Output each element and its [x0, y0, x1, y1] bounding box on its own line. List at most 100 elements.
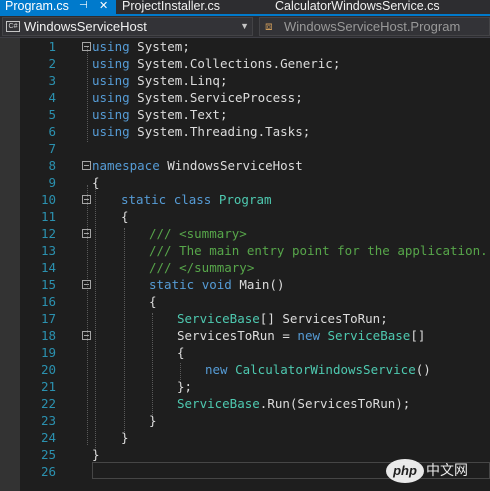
line-number: 11 [40, 209, 56, 224]
code-text: static void Main() [149, 277, 285, 292]
code-line: 17 ServiceBase[] ServicesToRun; [0, 310, 490, 327]
line-number: 13 [40, 243, 56, 258]
code-line: 18 ServicesToRun = new ServiceBase[] [0, 327, 490, 344]
line-number: 17 [40, 311, 56, 326]
code-line: 23 } [0, 412, 490, 429]
code-text: ServiceBase[] ServicesToRun; [177, 311, 388, 326]
tab-calculatorwindowsservice-cs[interactable]: CalculatorWindowsService.cs [275, 0, 440, 14]
close-icon[interactable]: ✕ [99, 0, 108, 12]
collapse-icon[interactable] [82, 42, 91, 51]
collapse-icon[interactable] [82, 195, 91, 204]
navigation-bar: C# WindowsServiceHost ▼ ⧈ WindowsService… [0, 16, 490, 38]
tab-program-cs[interactable]: Program.cs ⊣ ✕ [0, 0, 116, 14]
tab-label: CalculatorWindowsService.cs [275, 0, 440, 13]
tab-label: Program.cs [5, 0, 69, 13]
chevron-down-icon: ▼ [240, 21, 249, 31]
code-line: 16 { [0, 293, 490, 310]
code-text: using System.Text; [92, 107, 228, 122]
code-line: 12 /// <summary> [0, 225, 490, 242]
code-text: }; [177, 379, 193, 394]
tab-label: ProjectInstaller.cs [122, 0, 220, 13]
code-line: 19 { [0, 344, 490, 361]
code-line: 22 ServiceBase.Run(ServicesToRun); [0, 395, 490, 412]
line-number: 14 [40, 260, 56, 275]
code-text: { [177, 345, 185, 360]
watermark-text: 中文网 [426, 463, 468, 479]
code-line: 6 using System.Threading.Tasks; [0, 123, 490, 140]
code-editor[interactable]: 1 using System; 2 using System.Collectio… [0, 38, 490, 491]
line-number: 25 [40, 447, 56, 462]
line-number: 19 [40, 345, 56, 360]
line-number: 3 [48, 73, 56, 88]
line-number: 9 [48, 175, 56, 190]
php-logo: php [386, 459, 424, 483]
code-text: namespace WindowsServiceHost [92, 158, 303, 173]
code-line: 11 { [0, 208, 490, 225]
code-comment: /// </summary> [149, 260, 255, 275]
line-number: 16 [40, 294, 56, 309]
code-comment: /// The main entry point for the applica… [149, 243, 488, 258]
code-text: new CalculatorWindowsService() [205, 362, 431, 377]
code-text: { [149, 294, 157, 309]
member-dropdown-label: WindowsServiceHost.Program [284, 19, 461, 34]
line-number: 5 [48, 107, 56, 122]
line-number: 20 [40, 362, 56, 377]
code-text: { [92, 175, 100, 190]
line-number: 6 [48, 124, 56, 139]
code-line: 10 static class Program [0, 191, 490, 208]
line-number: 15 [40, 277, 56, 292]
code-text: using System; [92, 39, 190, 54]
code-text: } [121, 430, 129, 445]
code-line: 9 { [0, 174, 490, 191]
collapse-icon[interactable] [82, 331, 91, 340]
project-dropdown[interactable]: C# WindowsServiceHost ▼ [2, 17, 253, 36]
project-dropdown-label: WindowsServiceHost [24, 19, 147, 34]
code-line: 21 }; [0, 378, 490, 395]
line-number: 22 [40, 396, 56, 411]
code-line: 8 namespace WindowsServiceHost [0, 157, 490, 174]
code-line: 24 } [0, 429, 490, 446]
tab-projectinstaller-cs[interactable]: ProjectInstaller.cs [122, 0, 220, 14]
code-text: using System.ServiceProcess; [92, 90, 303, 105]
line-number: 24 [40, 430, 56, 445]
code-text: } [92, 447, 100, 462]
code-line: 13 /// The main entry point for the appl… [0, 242, 490, 259]
line-number: 2 [48, 56, 56, 71]
class-icon: ⧈ [265, 19, 273, 33]
watermark-logo: php 中文网 [386, 459, 486, 483]
member-dropdown[interactable]: ⧈ WindowsServiceHost.Program [259, 17, 490, 36]
csharp-project-icon: C# [6, 21, 20, 32]
collapse-icon[interactable] [82, 229, 91, 238]
code-line: 4 using System.ServiceProcess; [0, 89, 490, 106]
line-number: 10 [40, 192, 56, 207]
line-number: 1 [48, 39, 56, 54]
code-line: 20 new CalculatorWindowsService() [0, 361, 490, 378]
code-line: 5 using System.Text; [0, 106, 490, 123]
code-line: 7 [0, 140, 490, 157]
collapse-icon[interactable] [82, 161, 91, 170]
line-number: 12 [40, 226, 56, 241]
collapse-icon[interactable] [82, 280, 91, 289]
code-text: using System.Collections.Generic; [92, 56, 341, 71]
code-line: 15 static void Main() [0, 276, 490, 293]
line-number: 7 [48, 141, 56, 156]
code-text: static class Program [121, 192, 272, 207]
line-number: 26 [40, 464, 56, 479]
line-number: 21 [40, 379, 56, 394]
code-line: 2 using System.Collections.Generic; [0, 55, 490, 72]
code-line: 1 using System; [0, 38, 490, 55]
code-text: } [149, 413, 157, 428]
line-number: 23 [40, 413, 56, 428]
code-line: 3 using System.Linq; [0, 72, 490, 89]
code-line: 14 /// </summary> [0, 259, 490, 276]
code-comment: /// <summary> [149, 226, 247, 241]
line-number: 8 [48, 158, 56, 173]
code-text: ServicesToRun = new ServiceBase[] [177, 328, 426, 343]
code-text: ServiceBase.Run(ServicesToRun); [177, 396, 411, 411]
line-number: 4 [48, 90, 56, 105]
pin-icon[interactable]: ⊣ [79, 0, 88, 12]
code-text: using System.Threading.Tasks; [92, 124, 311, 139]
code-text: { [121, 209, 129, 224]
document-tab-strip: Program.cs ⊣ ✕ ProjectInstaller.cs Calcu… [0, 0, 490, 14]
code-text: using System.Linq; [92, 73, 228, 88]
